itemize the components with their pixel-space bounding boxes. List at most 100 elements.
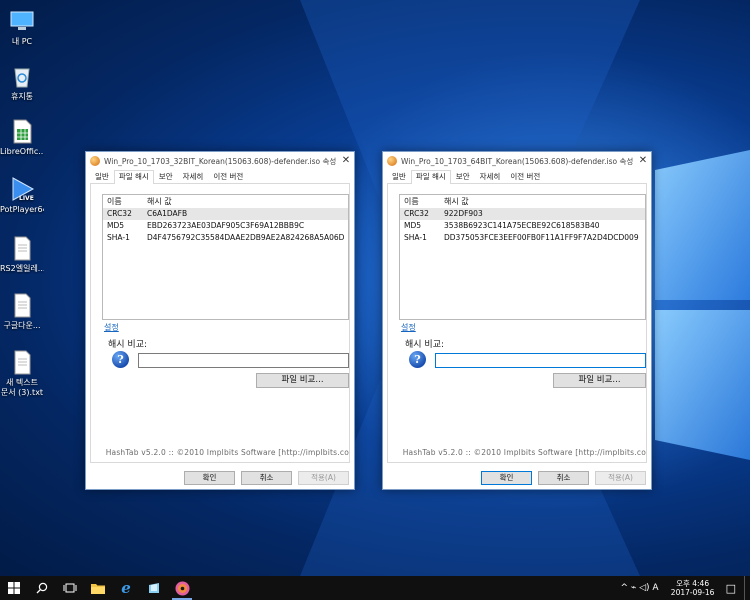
file-hash-panel: 이름 해시 값 CRC32 C6A1DAFB MD5 EBD263723AE03… <box>90 184 350 463</box>
edge-button[interactable]: e <box>112 576 140 600</box>
tab-strip: 일반 파일 해시 보안 자세히 이전 버전 <box>387 170 647 184</box>
this-pc-icon <box>9 8 35 34</box>
store-icon <box>149 583 159 593</box>
titlebar[interactable]: Win_Pro_10_1703_64BIT_Korean(15063.608)-… <box>383 152 651 170</box>
hash-name: MD5 <box>404 221 422 230</box>
hash-row-md5[interactable]: MD5 EBD263723AE03DAF905C3F69A12BBB9C <box>103 220 348 232</box>
dialog-buttons: 확인 취소 적용(A) <box>481 471 646 485</box>
store-button[interactable] <box>140 576 168 600</box>
close-button[interactable]: ✕ <box>635 154 651 168</box>
desktop-icon-text-file[interactable]: 새 텍스트 문서 (3).txt <box>0 349 44 398</box>
hash-name: CRC32 <box>404 209 429 218</box>
tab-previous-versions[interactable]: 이전 버전 <box>208 170 248 183</box>
desktop-icon-this-pc[interactable]: 내 PC <box>0 8 44 47</box>
hash-name: SHA-1 <box>404 233 427 242</box>
desktop-icon-document-2[interactable]: 구글다운... <box>0 292 44 331</box>
hash-row-md5[interactable]: MD5 3538B6923C141A75ECBE92C618583B40 <box>400 220 645 232</box>
file-explorer-icon <box>91 583 105 594</box>
tab-general[interactable]: 일반 <box>387 170 411 183</box>
disc-app-button[interactable] <box>168 576 196 600</box>
notification-icon[interactable]: □ <box>726 582 736 595</box>
tab-security[interactable]: 보안 <box>154 170 178 183</box>
desktop-icon-libreoffice[interactable]: LibreOffic... <box>0 118 44 157</box>
desktop-icon-label: LibreOffic... <box>0 147 44 156</box>
desktop-icon-label: 구글다운... <box>3 321 41 330</box>
live-badge: LIVE <box>19 195 34 202</box>
help-question-icon: ? <box>112 351 129 368</box>
settings-link[interactable]: 설정 <box>104 322 119 333</box>
hash-compare-label: 해시 비교: <box>405 340 445 350</box>
desktop-icon-label: 내 PC <box>11 37 33 46</box>
hash-row-sha1[interactable]: SHA-1 DD375053FCE3EEF00FB0F11A1FF9F7A2D4… <box>400 232 645 244</box>
column-header-value[interactable]: 해시 값 <box>147 195 348 208</box>
hash-value: D4F4756792C35584DAAE2DB9AE2A824268A5A06D <box>147 233 345 242</box>
hash-list-header: 이름 해시 값 <box>400 195 645 208</box>
hash-list[interactable]: 이름 해시 값 CRC32 922DF903 MD5 3538B6923C141… <box>399 194 646 320</box>
task-view-icon <box>63 583 77 593</box>
settings-link[interactable]: 설정 <box>401 322 416 333</box>
search-icon <box>36 582 48 594</box>
disc-image-icon <box>387 156 397 166</box>
file-compare-button[interactable]: 파일 비교... <box>256 373 349 388</box>
hash-row-crc32[interactable]: CRC32 C6A1DAFB <box>103 208 348 220</box>
tab-general[interactable]: 일반 <box>90 170 114 183</box>
apply-button[interactable]: 적용(A) <box>595 471 646 485</box>
column-header-value[interactable]: 해시 값 <box>444 195 645 208</box>
column-header-name[interactable]: 이름 <box>400 195 444 208</box>
titlebar[interactable]: Win_Pro_10_1703_32BIT_Korean(15063.608)-… <box>86 152 354 170</box>
search-button[interactable] <box>28 576 56 600</box>
hash-row-crc32[interactable]: CRC32 922DF903 <box>400 208 645 220</box>
start-button[interactable] <box>0 576 28 600</box>
hash-value: 3538B6923C141A75ECBE92C618583B40 <box>444 221 600 230</box>
taskbar: e ^ ⌁ ◁) A 오후 4:46 2017-09-16 □ <box>0 576 750 600</box>
potplayer-icon: LIVE <box>9 176 35 202</box>
tray-icons[interactable]: ^ ⌁ ◁) A <box>620 583 658 593</box>
about-text[interactable]: HashTab v5.2.0 :: ©2010 Implbits Softwar… <box>106 448 349 457</box>
recycle-bin-icon <box>9 63 35 89</box>
hash-list[interactable]: 이름 해시 값 CRC32 C6A1DAFB MD5 EBD263723AE03… <box>102 194 349 320</box>
system-tray: ^ ⌁ ◁) A 오후 4:46 2017-09-16 □ <box>620 576 750 600</box>
clock[interactable]: 오후 4:46 2017-09-16 <box>664 579 722 597</box>
file-compare-button[interactable]: 파일 비교... <box>553 373 646 388</box>
document-icon <box>9 235 35 261</box>
ok-button[interactable]: 확인 <box>481 471 532 485</box>
desktop-icon-document-1[interactable]: RS2엘일레... <box>0 235 44 274</box>
cancel-button[interactable]: 취소 <box>538 471 589 485</box>
text-file-icon <box>9 349 35 375</box>
desktop-icon-potplayer[interactable]: LIVE PotPlayer64 <box>0 176 44 215</box>
tab-details[interactable]: 자세히 <box>178 170 209 183</box>
hash-value: EBD263723AE03DAF905C3F69A12BBB9C <box>147 221 305 230</box>
cancel-button[interactable]: 취소 <box>241 471 292 485</box>
file-hash-panel: 이름 해시 값 CRC32 922DF903 MD5 3538B6923C141… <box>387 184 647 463</box>
disc-image-icon <box>90 156 100 166</box>
window-title: Win_Pro_10_1703_32BIT_Korean(15063.608)-… <box>104 156 337 166</box>
desktop-icon-label: 휴지통 <box>10 92 34 101</box>
tab-security[interactable]: 보안 <box>451 170 475 183</box>
hash-compare-input[interactable] <box>435 353 646 368</box>
tab-previous-versions[interactable]: 이전 버전 <box>505 170 545 183</box>
hash-compare-input[interactable] <box>138 353 349 368</box>
tab-file-hash[interactable]: 파일 해시 <box>410 170 451 184</box>
show-desktop-button[interactable] <box>744 576 750 600</box>
close-button[interactable]: ✕ <box>338 154 354 168</box>
file-explorer-button[interactable] <box>84 576 112 600</box>
apply-button[interactable]: 적용(A) <box>298 471 349 485</box>
task-view-button[interactable] <box>56 576 84 600</box>
tab-file-hash[interactable]: 파일 해시 <box>113 170 154 184</box>
desktop-icon-recycle-bin[interactable]: 휴지통 <box>0 63 44 102</box>
hash-name: CRC32 <box>107 209 132 218</box>
hash-value: C6A1DAFB <box>147 209 188 218</box>
desktop-icon-label: PotPlayer64 <box>0 205 44 214</box>
about-text[interactable]: HashTab v5.2.0 :: ©2010 Implbits Softwar… <box>403 448 646 457</box>
libreoffice-calc-icon <box>9 118 35 144</box>
hash-name: MD5 <box>107 221 125 230</box>
tab-details[interactable]: 자세히 <box>475 170 506 183</box>
app-disc-icon <box>175 581 189 595</box>
tab-strip: 일반 파일 해시 보안 자세히 이전 버전 <box>90 170 350 184</box>
column-header-name[interactable]: 이름 <box>103 195 147 208</box>
hash-name: SHA-1 <box>107 233 130 242</box>
document-icon <box>9 292 35 318</box>
hash-row-sha1[interactable]: SHA-1 D4F4756792C35584DAAE2DB9AE2A824268… <box>103 232 348 244</box>
ok-button[interactable]: 확인 <box>184 471 235 485</box>
dialog-buttons: 확인 취소 적용(A) <box>184 471 349 485</box>
